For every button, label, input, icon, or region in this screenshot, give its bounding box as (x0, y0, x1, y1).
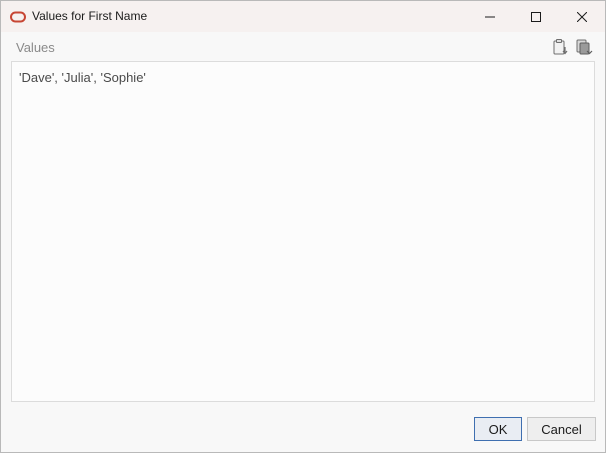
close-icon (577, 11, 587, 22)
values-label: Values (16, 40, 55, 55)
window-title: Values for First Name (32, 9, 148, 23)
title-bar[interactable]: Values for First Name (1, 1, 605, 32)
copy-clipboard-icon[interactable] (575, 38, 593, 56)
values-text-area[interactable]: 'Dave', 'Julia', 'Sophie' (11, 61, 595, 402)
paste-clipboard-icon[interactable] (551, 38, 569, 56)
cancel-button[interactable]: Cancel (527, 417, 596, 441)
maximize-icon (531, 11, 541, 22)
values-content: 'Dave', 'Julia', 'Sophie' (19, 70, 146, 85)
dialog-window: Values for First Name Values 'Dave', 'Ju… (0, 0, 606, 453)
maximize-button[interactable] (513, 1, 559, 32)
ok-button[interactable]: OK (474, 417, 522, 441)
oracle-ring-icon (10, 10, 26, 23)
close-button[interactable] (559, 1, 605, 32)
minimize-icon (485, 12, 495, 22)
minimize-button[interactable] (467, 1, 513, 32)
